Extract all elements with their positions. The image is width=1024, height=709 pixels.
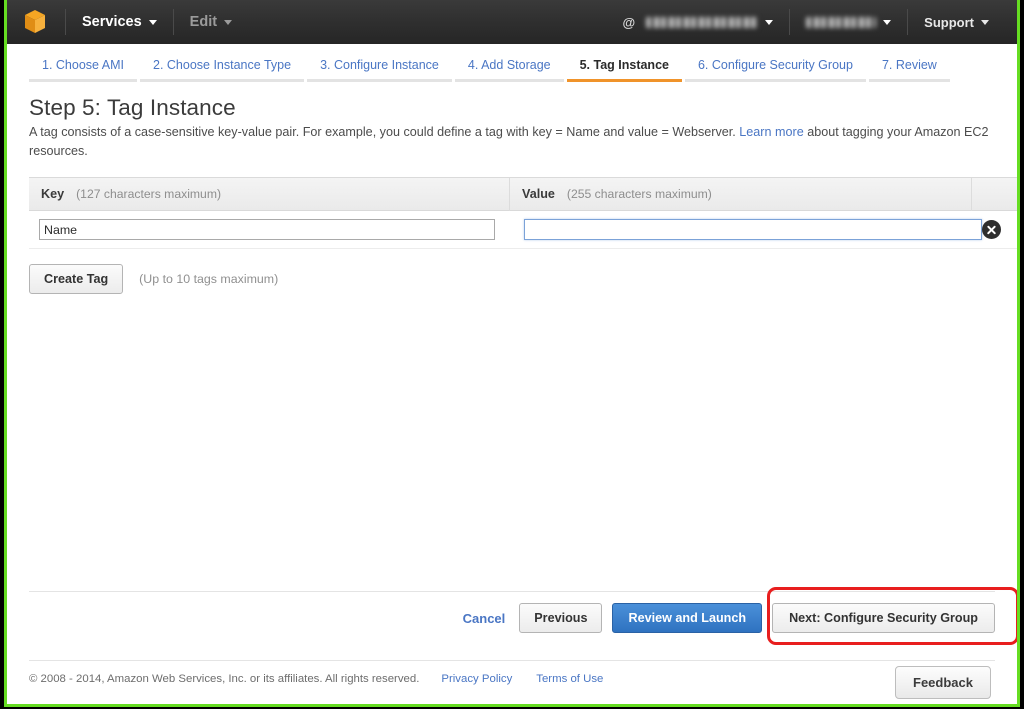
value-column-label: Value (522, 186, 555, 201)
wizard-action-bar: Cancel Previous Review and Launch Next: … (29, 591, 995, 633)
support-menu[interactable]: Support (910, 0, 1003, 44)
tag-key-cell (39, 219, 512, 240)
step-tab-tag-instance[interactable]: 5. Tag Instance (566, 58, 682, 82)
nav-divider (789, 9, 791, 35)
top-navigation-bar: Services Edit @ Support (7, 0, 1017, 44)
page-description-part1: A tag consists of a case-sensitive key-v… (29, 125, 736, 139)
feedback-button[interactable]: Feedback (895, 666, 991, 699)
page-title: Step 5: Tag Instance (29, 95, 236, 120)
screen: Services Edit @ Support 1. Choose AMI 2.… (0, 0, 1024, 709)
review-and-launch-button[interactable]: Review and Launch (612, 603, 763, 633)
chevron-down-icon (148, 19, 157, 25)
create-tag-button[interactable]: Create Tag (29, 264, 124, 294)
tag-table-header-key: Key (127 characters maximum) (29, 177, 510, 211)
next-configure-security-group-button[interactable]: Next: Configure Security Group (772, 603, 995, 633)
nav-divider (65, 9, 66, 35)
browser-viewport: Services Edit @ Support 1. Choose AMI 2.… (4, 0, 1020, 707)
step-tab-add-storage[interactable]: 4. Add Storage (454, 58, 564, 82)
step-tab-review[interactable]: 7. Review (868, 58, 950, 82)
chevron-down-icon (981, 19, 989, 25)
edit-menu[interactable]: Edit (176, 0, 246, 44)
tag-remove-cell (974, 220, 1017, 239)
support-label: Support (924, 14, 974, 30)
nav-right-group: @ Support (608, 0, 1017, 44)
privacy-policy-link[interactable]: Privacy Policy (441, 673, 512, 685)
tag-table-header: Key (127 characters maximum) Value (255 … (29, 177, 1017, 211)
create-tag-row: Create Tag (Up to 10 tags maximum) (29, 264, 995, 294)
page-description: A tag consists of a case-sensitive key-v… (29, 123, 995, 160)
tag-table-header-value: Value (255 characters maximum) (510, 177, 972, 211)
key-column-hint: (127 characters maximum) (76, 186, 222, 201)
aws-cube-logo[interactable] (7, 0, 63, 44)
step-tab-choose-instance-type[interactable]: 2. Choose Instance Type (140, 58, 305, 82)
chevron-down-icon (765, 19, 774, 25)
terms-of-use-link[interactable]: Terms of Use (536, 673, 603, 685)
step-tab-configure-security-group[interactable]: 6. Configure Security Group (684, 58, 866, 82)
step-tab-choose-ami[interactable]: 1. Choose AMI (29, 58, 137, 82)
step-tab-configure-instance[interactable]: 3. Configure Instance (307, 58, 452, 82)
nav-divider (907, 9, 909, 35)
services-label: Services (82, 14, 142, 30)
cancel-button[interactable]: Cancel (463, 611, 506, 626)
footer-links: Privacy Policy Terms of Use (441, 673, 603, 685)
tag-value-cell (512, 219, 982, 240)
value-column-hint: (255 characters maximum) (566, 186, 712, 201)
nav-divider (172, 9, 174, 35)
region-menu[interactable] (792, 0, 905, 44)
nav-left-group: Services Edit (7, 0, 246, 44)
remove-circle-icon[interactable] (982, 220, 1001, 239)
tag-table-header-actions (972, 178, 1015, 211)
tag-table: Key (127 characters maximum) Value (255 … (29, 177, 1017, 249)
table-row (29, 211, 1017, 249)
region-label-redacted (806, 16, 877, 28)
account-menu[interactable]: @ (608, 0, 787, 44)
previous-button[interactable]: Previous (519, 603, 603, 633)
key-column-label: Key (41, 186, 65, 201)
wizard-step-tabs: 1. Choose AMI 2. Choose Instance Type 3.… (7, 44, 1017, 82)
main-content: Step 5: Tag Instance A tag consists of a… (7, 82, 1017, 294)
copyright-text: © 2008 - 2014, Amazon Web Services, Inc.… (29, 673, 420, 685)
tag-value-input[interactable] (524, 219, 982, 240)
tag-key-input[interactable] (39, 219, 495, 240)
account-id-redacted (646, 16, 759, 28)
create-tag-hint: (Up to 10 tags maximum) (139, 272, 279, 286)
services-menu[interactable]: Services (68, 0, 171, 44)
page-footer: © 2008 - 2014, Amazon Web Services, Inc.… (29, 660, 995, 685)
cube-icon (25, 10, 45, 33)
account-prefix: @ (622, 14, 636, 30)
chevron-down-icon (883, 19, 892, 25)
edit-label: Edit (189, 14, 218, 30)
learn-more-link[interactable]: Learn more (739, 125, 803, 139)
chevron-down-icon (224, 19, 233, 25)
